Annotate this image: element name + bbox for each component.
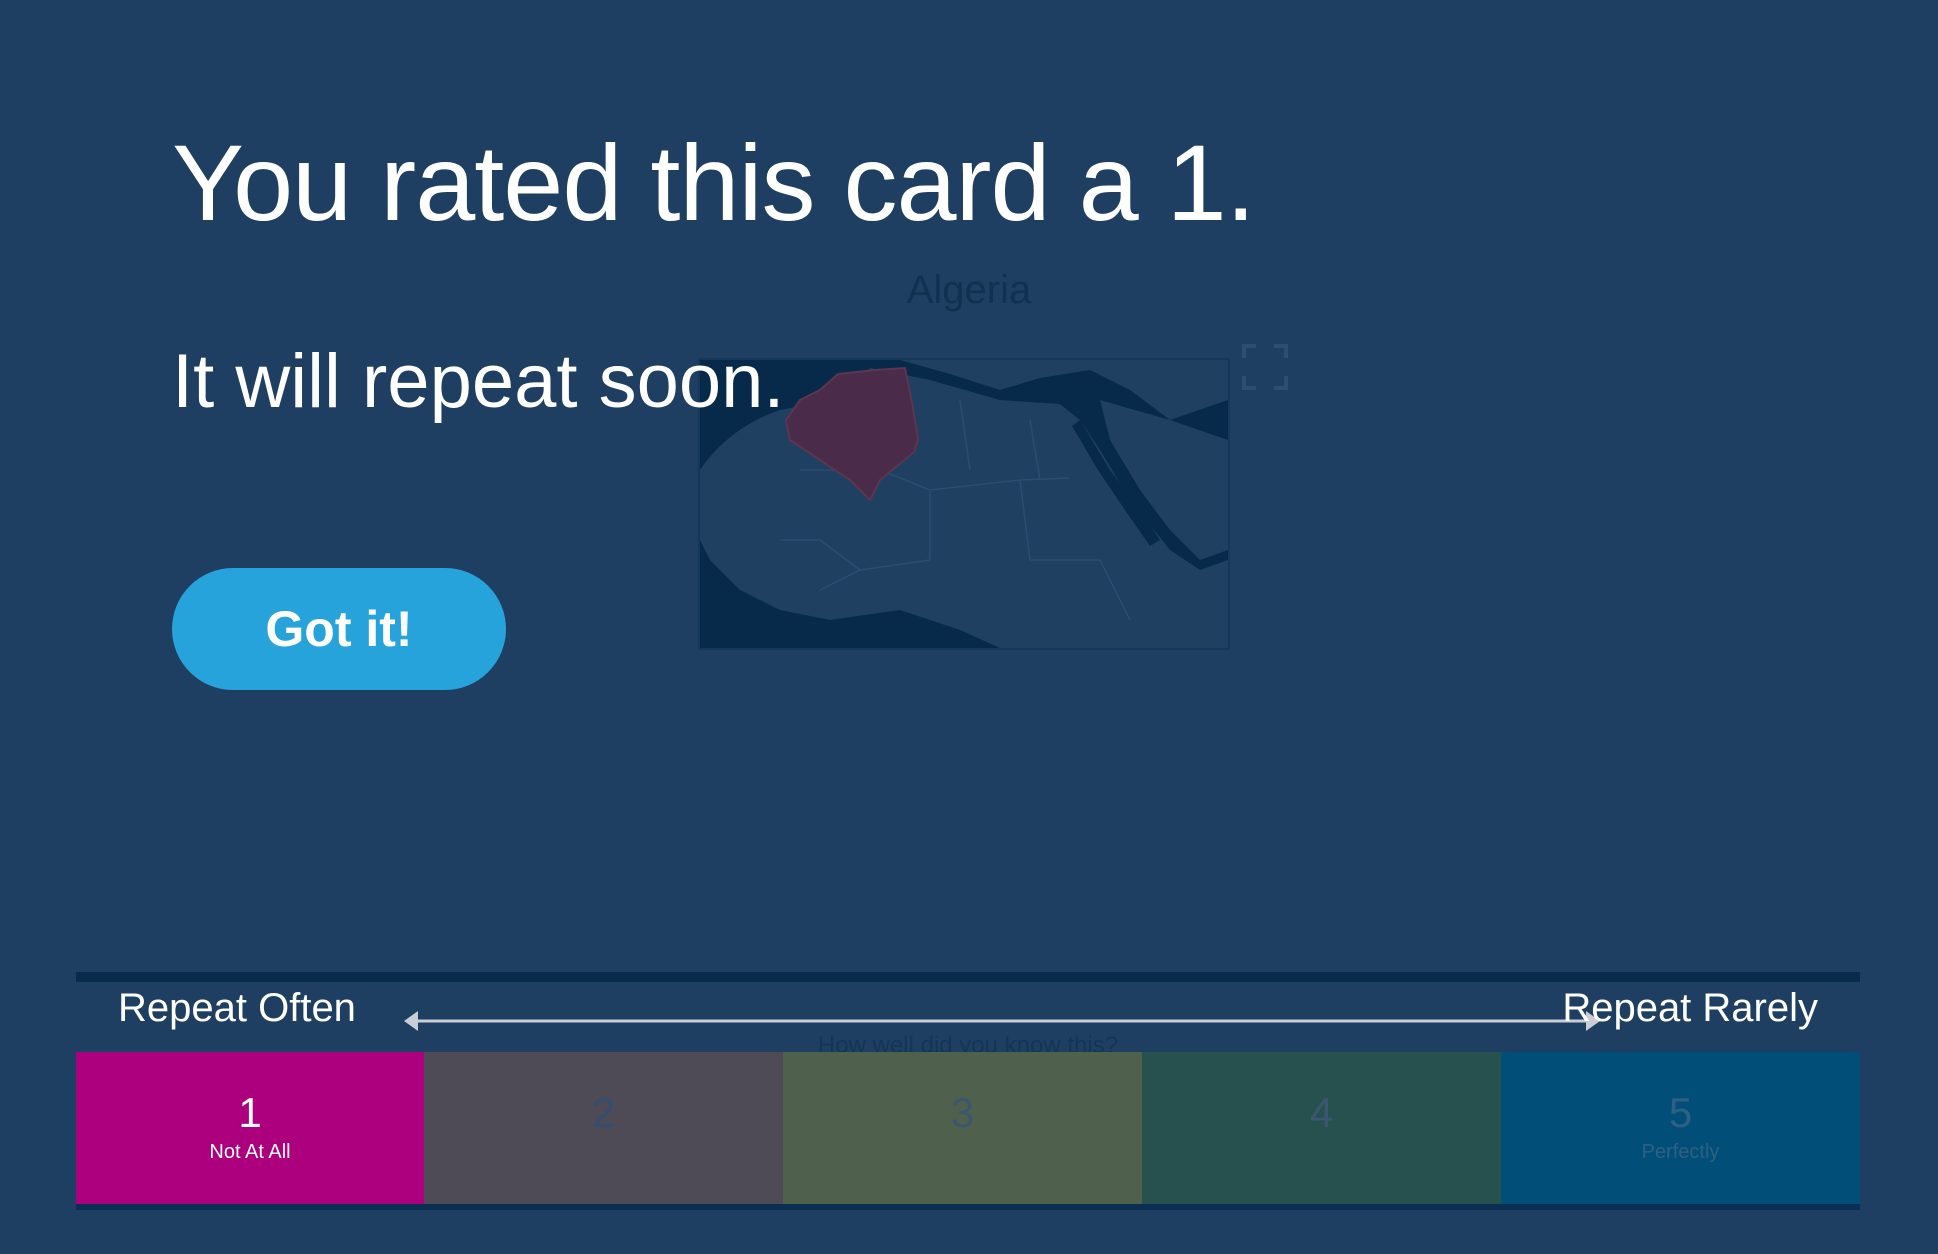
repeat-often-label: Repeat Often bbox=[118, 986, 356, 1030]
rating-number: 3 bbox=[950, 1089, 975, 1136]
rating-button-2[interactable]: 2 bbox=[424, 1052, 783, 1204]
rating-button-4[interactable]: 4 bbox=[1142, 1052, 1501, 1204]
rating-number: 4 bbox=[1309, 1089, 1334, 1136]
rating-label: Perfectly bbox=[1641, 1141, 1720, 1163]
result-subline: It will repeat soon. bbox=[172, 339, 785, 424]
card-title: Algeria bbox=[906, 268, 1032, 312]
rating-button-3[interactable]: 3 bbox=[783, 1052, 1142, 1204]
rating-number: 5 bbox=[1668, 1089, 1693, 1136]
repeat-rarely-label: Repeat Rarely bbox=[1562, 986, 1818, 1030]
expand-icon[interactable] bbox=[1242, 344, 1288, 390]
rating-divider bbox=[76, 972, 1860, 982]
result-headline: You rated this card a 1. bbox=[172, 122, 1256, 243]
rating-panel: Repeat Often Repeat Rarely How well did … bbox=[76, 972, 1860, 1210]
rating-button-5[interactable]: 5 Perfectly bbox=[1501, 1052, 1860, 1204]
rating-number: 1 bbox=[238, 1089, 262, 1136]
got-it-button[interactable]: Got it! bbox=[172, 568, 506, 690]
rating-number: 2 bbox=[591, 1089, 616, 1136]
rating-buttons: 1 Not At All 2 3 4 5 Perfectly bbox=[76, 1052, 1860, 1210]
rating-label: Not At All bbox=[209, 1141, 291, 1163]
rating-button-1[interactable]: 1 Not At All bbox=[76, 1052, 424, 1204]
